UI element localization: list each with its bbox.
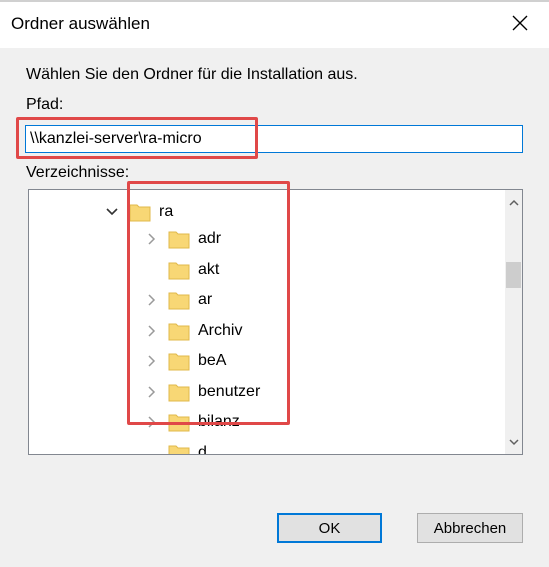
folder-icon	[168, 384, 190, 401]
tree-item[interactable]: d	[144, 438, 207, 455]
folder-icon	[168, 262, 190, 279]
tree-item-label: adr	[198, 230, 222, 247]
folder-icon	[168, 414, 190, 432]
chevron-right-icon[interactable]	[144, 324, 158, 338]
chevron-right-icon[interactable]	[144, 415, 158, 429]
chevron-up-icon	[508, 199, 519, 206]
chevron-right-icon[interactable]	[144, 385, 158, 399]
tree-root-item[interactable]: ra	[105, 197, 173, 227]
close-button[interactable]	[505, 10, 535, 36]
tree-item-label: ra	[159, 203, 174, 220]
instruction-text: Wählen Sie den Ordner für die Installati…	[26, 66, 358, 83]
tree-item[interactable]: Archiv	[144, 316, 242, 346]
folder-icon	[168, 323, 190, 340]
tree-item-label: ar	[198, 291, 213, 308]
ok-button[interactable]: OK	[277, 513, 382, 543]
tree-item-label: d	[198, 443, 207, 455]
path-input[interactable]	[25, 125, 523, 153]
vertical-scrollbar[interactable]	[505, 190, 522, 454]
scroll-up-button[interactable]	[505, 194, 522, 211]
dialog-title: Ordner auswählen	[11, 14, 150, 33]
tree-item[interactable]: benutzer	[144, 377, 260, 407]
tree-item[interactable]: bilanz	[144, 407, 240, 437]
tree-item[interactable]: akt	[144, 255, 219, 285]
tree-item-label: bilanz	[198, 413, 240, 430]
directory-tree[interactable]: ra adr akt ar Archiv beA benutzer bilanz d	[28, 189, 523, 455]
close-icon	[512, 15, 528, 31]
chevron-right-icon[interactable]	[144, 293, 158, 307]
tree-item-label: benutzer	[198, 382, 261, 400]
cancel-button[interactable]: Abbrechen	[417, 513, 523, 543]
chevron-right-icon[interactable]	[144, 232, 158, 246]
tree-item[interactable]: adr	[144, 224, 221, 254]
folder-icon	[168, 292, 190, 310]
folder-icon	[168, 445, 190, 454]
path-label: Pfad:	[26, 96, 64, 113]
top-border	[0, 0, 549, 2]
scroll-down-button[interactable]	[505, 433, 522, 450]
directories-label: Verzeichnisse:	[26, 164, 130, 181]
chevron-right-icon[interactable]	[144, 354, 158, 368]
folder-icon	[129, 204, 151, 222]
chevron-down-icon	[508, 438, 519, 445]
tree-item-label: akt	[198, 260, 220, 278]
folder-icon	[168, 353, 190, 371]
tree-item[interactable]: ar	[144, 285, 212, 315]
scrollbar-thumb[interactable]	[506, 262, 521, 288]
tree-item-label: Archiv	[198, 321, 243, 339]
tree-item[interactable]: beA	[144, 346, 226, 376]
folder-icon	[168, 231, 190, 249]
chevron-down-icon[interactable]	[105, 205, 119, 219]
tree-item-label: beA	[198, 352, 227, 369]
title-bar: Ordner auswählen	[0, 0, 549, 48]
